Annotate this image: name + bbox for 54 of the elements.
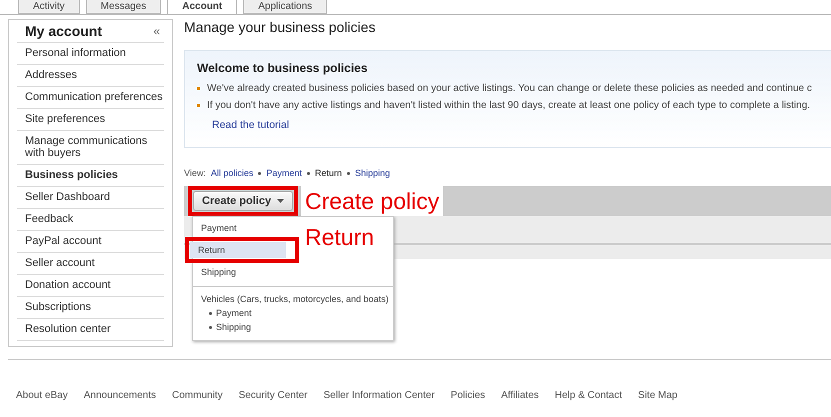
bullet-icon [209, 326, 212, 328]
menu-item[interactable]: Shipping [193, 264, 289, 280]
sidebar-item[interactable]: Personal information [17, 43, 164, 65]
bullet-icon [197, 104, 200, 107]
sidebar-item[interactable]: Seller account [17, 253, 164, 275]
bullet-icon [197, 87, 200, 90]
bullet-icon [209, 312, 212, 314]
sidebar-item[interactable]: Seller Dashboard [17, 187, 164, 209]
welcome-title: Welcome to business policies [197, 61, 368, 75]
footer-link[interactable]: Community [172, 390, 223, 401]
collapse-button[interactable]: « [153, 24, 160, 38]
sidebar-item[interactable]: PayPal account [17, 231, 164, 253]
sidebar-item[interactable]: Manage communications with buyers [17, 131, 164, 165]
separator-dot [258, 172, 262, 174]
menu-item[interactable]: Return [190, 242, 286, 258]
view-label: View: [184, 168, 206, 178]
footer-link[interactable]: Help & Contact [554, 390, 622, 401]
view-filter-link[interactable]: Payment [266, 168, 302, 178]
view-filter-link[interactable]: Shipping [354, 168, 390, 178]
sidebar-item[interactable]: Feedback [17, 209, 164, 231]
welcome-text: If you don't have any active listings and haven't listed within the last 90 days, create at least one policy of each type to complete a listing. [207, 99, 810, 113]
menu-group-label: Vehicles (Cars, trucks, motorcycles, and boats) [200, 293, 390, 306]
view-filter-link[interactable]: Return [314, 168, 342, 178]
footer-link[interactable]: Site Map [638, 390, 678, 401]
sidebar-title: My account [25, 23, 102, 39]
tutorial-link[interactable]: Read the tutorial [212, 119, 290, 131]
sidebar-item[interactable]: Addresses [17, 65, 164, 87]
create-policy-button[interactable]: Create policy [193, 191, 294, 211]
tab[interactable]: Activity [18, 0, 80, 14]
footer-link[interactable]: Affiliates [501, 390, 539, 401]
caret-icon [277, 199, 284, 203]
tab[interactable]: Applications [243, 0, 328, 14]
annotation-label: Create policy [301, 186, 444, 216]
sidebar-item[interactable]: Site preferences [17, 109, 164, 131]
menu-item[interactable]: Payment [216, 308, 252, 318]
tab[interactable]: Account [167, 0, 238, 15]
menu-item[interactable]: Shipping [216, 322, 252, 332]
separator-dot [306, 172, 310, 174]
welcome-text: We've already created business policies based on your active listings. You can change or delete these policies as needed and continue c [207, 82, 812, 96]
footer-link[interactable]: Security Center [238, 390, 308, 401]
footer-link[interactable]: About eBay [16, 390, 68, 401]
separator-dot [346, 172, 350, 174]
footer-link[interactable]: Announcements [84, 390, 156, 401]
sidebar-item[interactable]: Resolution center [17, 319, 164, 341]
footer-link[interactable]: Policies [450, 390, 486, 401]
menu-item[interactable]: Payment [193, 220, 289, 236]
footer-link[interactable]: Seller Information Center [324, 390, 435, 401]
tab[interactable]: Messages [86, 0, 162, 14]
sidebar-item[interactable]: Communication preferences [17, 87, 164, 109]
sidebar-item[interactable]: Donation account [17, 275, 164, 297]
sidebar-item[interactable]: Subscriptions [17, 297, 164, 319]
page-title: Manage your business policies [184, 19, 376, 35]
sidebar-item[interactable]: Business policies [17, 165, 164, 187]
view-filter-link[interactable]: All policies [210, 168, 254, 178]
